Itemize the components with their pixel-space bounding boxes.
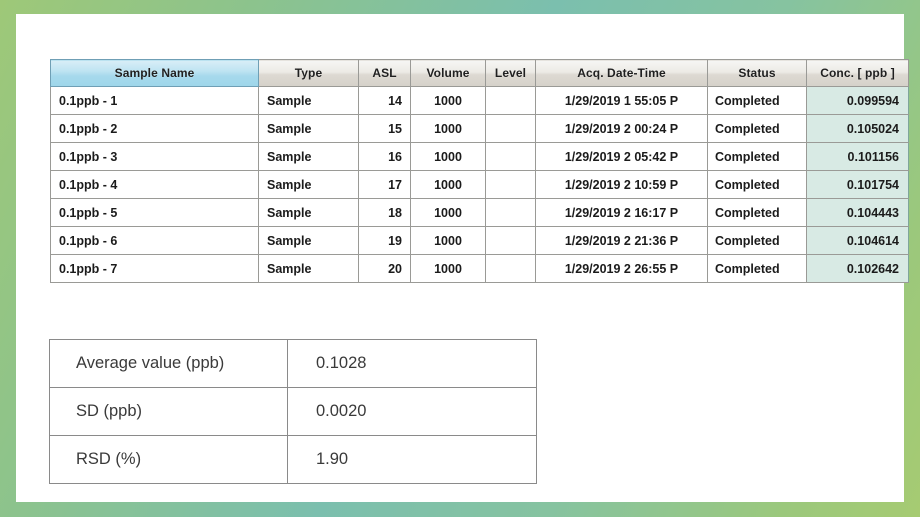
cell-status[interactable]: Completed [707,142,807,171]
cell-asl[interactable]: 17 [358,170,411,199]
cell-level[interactable] [485,114,536,143]
cell-conc-ppb[interactable]: 0.102642 [806,254,909,283]
table-row[interactable]: 0.1ppb - 5 Sample 18 1000 1/29/2019 2 16:17 … [50,198,909,227]
column-header-asl[interactable]: ASL [358,59,411,87]
cell-type[interactable]: Sample [258,114,359,143]
sequence-results-table: Sample Name Type ASL Volume Level Acq. D… [50,59,909,283]
cell-sample-name[interactable]: 0.1ppb - 4 [50,170,259,199]
cell-conc-ppb[interactable]: 0.104614 [806,226,909,255]
cell-asl[interactable]: 14 [358,86,411,115]
cell-conc-ppb[interactable]: 0.099594 [806,86,909,115]
cell-level[interactable] [485,226,536,255]
summary-value: 0.1028 [287,339,537,388]
cell-acq-date-time[interactable]: 1/29/2019 2 26:55 P [535,254,708,283]
cell-volume[interactable]: 1000 [410,170,486,199]
summary-row: RSD (%) 1.90 [49,435,537,484]
cell-type[interactable]: Sample [258,198,359,227]
cell-asl[interactable]: 18 [358,198,411,227]
table-row[interactable]: 0.1ppb - 6 Sample 19 1000 1/29/2019 2 21:36 … [50,226,909,255]
cell-conc-ppb[interactable]: 0.104443 [806,198,909,227]
cell-volume[interactable]: 1000 [410,142,486,171]
cell-level[interactable] [485,142,536,171]
cell-level[interactable] [485,198,536,227]
summary-label: SD (ppb) [49,387,288,436]
cell-volume[interactable]: 1000 [410,254,486,283]
table-header-row: Sample Name Type ASL Volume Level Acq. D… [50,59,909,87]
column-header-conc-ppb[interactable]: Conc. [ ppb ] [806,59,909,87]
table-row[interactable]: 0.1ppb - 2 Sample 15 1000 1/29/2019 2 00:24 … [50,114,909,143]
cell-status[interactable]: Completed [707,198,807,227]
column-header-acq-date-time[interactable]: Acq. Date-Time [535,59,708,87]
cell-asl[interactable]: 16 [358,142,411,171]
cell-status[interactable]: Completed [707,86,807,115]
cell-volume[interactable]: 1000 [410,198,486,227]
summary-label: Average value (ppb) [49,339,288,388]
cell-level[interactable] [485,86,536,115]
summary-label: RSD (%) [49,435,288,484]
table-row[interactable]: 0.1ppb - 1 Sample 14 1000 1/29/2019 1 55:05 … [50,86,909,115]
cell-conc-ppb[interactable]: 0.101156 [806,142,909,171]
decorative-frame: Sample Name Type ASL Volume Level Acq. D… [0,0,920,517]
table-row[interactable]: 0.1ppb - 3 Sample 16 1000 1/29/2019 2 05:42 … [50,142,909,171]
statistics-summary-table: Average value (ppb) 0.1028 SD (ppb) 0.0020 R… [49,339,537,484]
cell-acq-date-time[interactable]: 1/29/2019 2 16:17 P [535,198,708,227]
table-row[interactable]: 0.1ppb - 4 Sample 17 1000 1/29/2019 2 10:59 … [50,170,909,199]
cell-status[interactable]: Completed [707,114,807,143]
cell-conc-ppb[interactable]: 0.101754 [806,170,909,199]
cell-sample-name[interactable]: 0.1ppb - 5 [50,198,259,227]
cell-status[interactable]: Completed [707,170,807,199]
column-header-level[interactable]: Level [485,59,536,87]
cell-volume[interactable]: 1000 [410,86,486,115]
column-header-type[interactable]: Type [258,59,359,87]
content-panel: Sample Name Type ASL Volume Level Acq. D… [16,14,909,502]
cell-type[interactable]: Sample [258,254,359,283]
cell-sample-name[interactable]: 0.1ppb - 7 [50,254,259,283]
summary-row: SD (ppb) 0.0020 [49,387,537,436]
cell-asl[interactable]: 19 [358,226,411,255]
cell-conc-ppb[interactable]: 0.105024 [806,114,909,143]
cell-status[interactable]: Completed [707,226,807,255]
cell-volume[interactable]: 1000 [410,114,486,143]
cell-level[interactable] [485,170,536,199]
cell-status[interactable]: Completed [707,254,807,283]
column-header-status[interactable]: Status [707,59,807,87]
cell-acq-date-time[interactable]: 1/29/2019 2 05:42 P [535,142,708,171]
summary-row: Average value (ppb) 0.1028 [49,339,537,388]
cell-asl[interactable]: 15 [358,114,411,143]
cell-sample-name[interactable]: 0.1ppb - 2 [50,114,259,143]
cell-type[interactable]: Sample [258,142,359,171]
cell-type[interactable]: Sample [258,86,359,115]
cell-type[interactable]: Sample [258,170,359,199]
cell-acq-date-time[interactable]: 1/29/2019 2 10:59 P [535,170,708,199]
column-header-sample-name[interactable]: Sample Name [50,59,259,87]
cell-acq-date-time[interactable]: 1/29/2019 1 55:05 P [535,86,708,115]
cell-sample-name[interactable]: 0.1ppb - 1 [50,86,259,115]
cell-sample-name[interactable]: 0.1ppb - 3 [50,142,259,171]
table-row[interactable]: 0.1ppb - 7 Sample 20 1000 1/29/2019 2 26:55 … [50,254,909,283]
cell-acq-date-time[interactable]: 1/29/2019 2 00:24 P [535,114,708,143]
cell-sample-name[interactable]: 0.1ppb - 6 [50,226,259,255]
summary-value: 1.90 [287,435,537,484]
cell-level[interactable] [485,254,536,283]
column-header-volume[interactable]: Volume [410,59,486,87]
summary-value: 0.0020 [287,387,537,436]
cell-volume[interactable]: 1000 [410,226,486,255]
cell-acq-date-time[interactable]: 1/29/2019 2 21:36 P [535,226,708,255]
cell-asl[interactable]: 20 [358,254,411,283]
cell-type[interactable]: Sample [258,226,359,255]
